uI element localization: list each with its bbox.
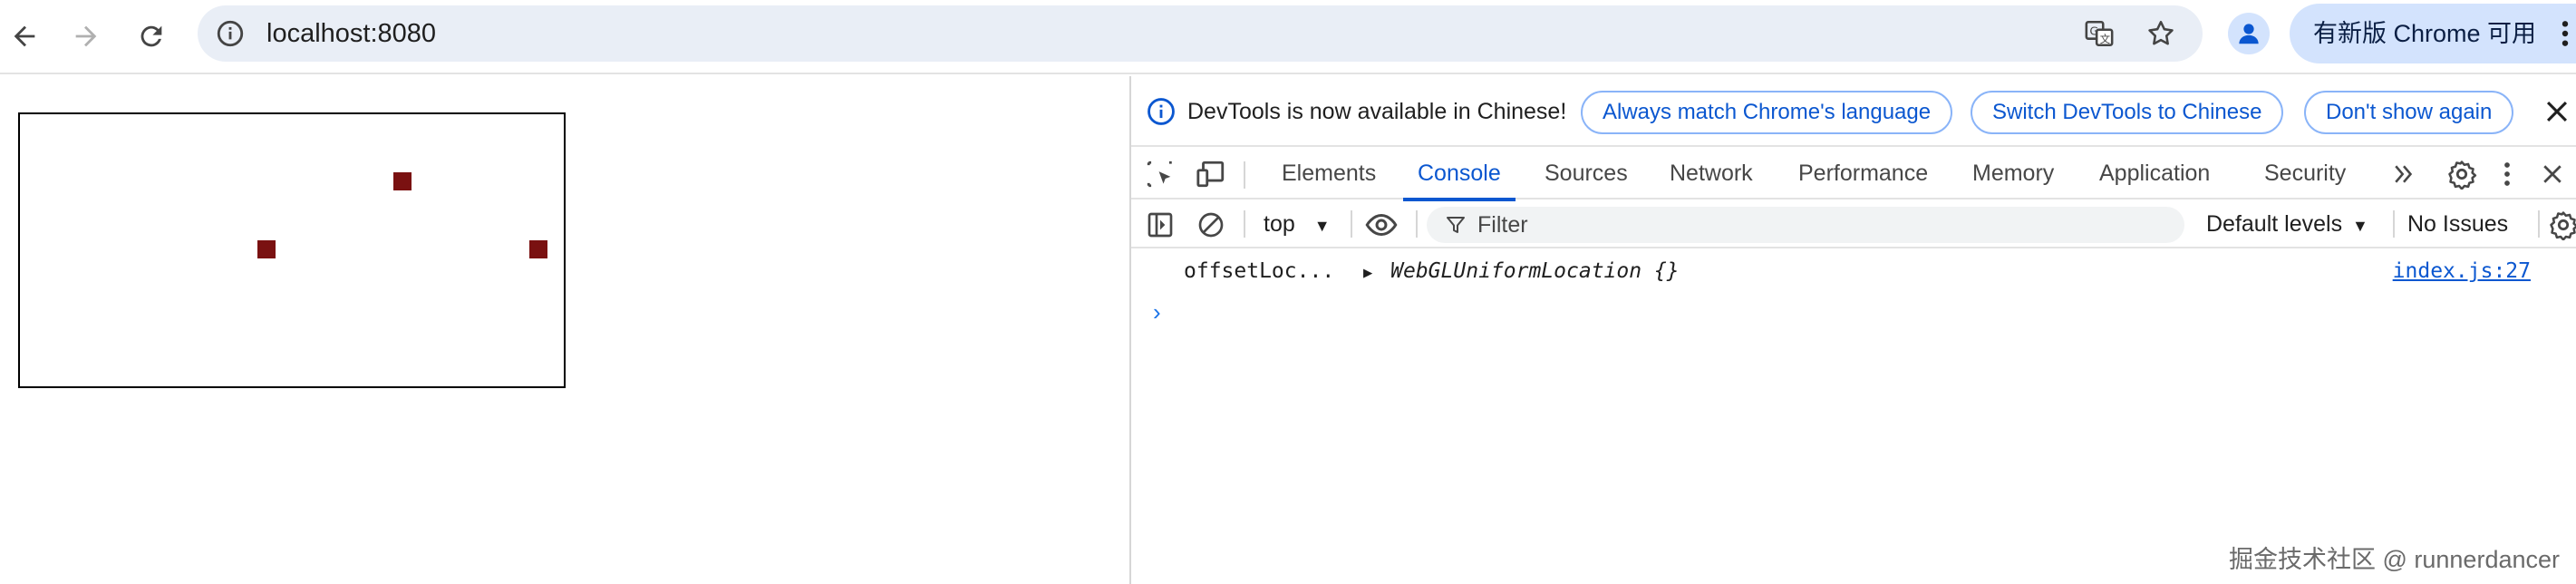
devtools-language-infobar: DevTools is now available in Chinese! Al… xyxy=(1131,76,2576,147)
address-bar[interactable]: localhost:8080 G文 xyxy=(198,5,2203,62)
console-prompt[interactable]: › xyxy=(1153,292,1161,332)
close-devtools-icon[interactable] xyxy=(2536,158,2569,190)
settings-gear-icon[interactable] xyxy=(2445,158,2478,190)
infobar-message: DevTools is now available in Chinese! xyxy=(1187,99,1567,124)
translate-icon[interactable]: G文 xyxy=(2081,15,2117,52)
tab-memory[interactable]: Memory xyxy=(1972,149,2054,200)
expand-triangle-icon[interactable]: ▶ xyxy=(1363,264,1372,282)
context-selector[interactable]: top ▼ xyxy=(1264,201,1331,248)
url-text[interactable]: localhost:8080 xyxy=(266,5,436,62)
kebab-menu-icon[interactable] xyxy=(2560,19,2571,48)
console-filter-field[interactable] xyxy=(1427,207,2184,243)
point-3 xyxy=(529,240,547,258)
infobar-close-icon[interactable] xyxy=(2542,96,2572,127)
log-levels-label: Default levels xyxy=(2206,211,2343,237)
profile-avatar-icon[interactable] xyxy=(2228,13,2270,54)
page-viewport xyxy=(0,76,1129,584)
more-tabs-chevron-icon[interactable] xyxy=(2387,158,2420,190)
context-selector-label: top xyxy=(1264,211,1295,237)
switch-to-chinese-button[interactable]: Switch DevTools to Chinese xyxy=(1971,91,2284,134)
forward-button[interactable] xyxy=(62,12,111,61)
console-output: offsetLoc... ▶ WebGLUniformLocation {} i… xyxy=(1131,250,2576,584)
reload-icon xyxy=(140,25,162,47)
tab-application[interactable]: Application xyxy=(2099,149,2210,200)
devtools-panel: DevTools is now available in Chinese! Al… xyxy=(1129,76,2576,584)
chrome-update-label: 有新版 Chrome 可用 xyxy=(2313,20,2537,47)
log-label: offsetLoc... xyxy=(1184,259,1335,283)
chrome-update-button[interactable]: 有新版 Chrome 可用 xyxy=(2290,4,2576,63)
console-settings-gear-icon[interactable] xyxy=(2547,209,2576,241)
log-object-preview[interactable]: WebGLUniformLocation {} xyxy=(1390,259,1680,283)
devtools-menu-icon[interactable] xyxy=(2491,158,2523,190)
filter-funnel-icon xyxy=(1447,217,1465,233)
log-levels-dropdown[interactable]: Default levels ▼ xyxy=(2206,201,2368,248)
point-2 xyxy=(257,240,276,258)
tab-performance[interactable]: Performance xyxy=(1798,149,1928,200)
tab-network[interactable]: Network xyxy=(1670,149,1753,200)
console-message: offsetLoc... ▶ WebGLUniformLocation {} i… xyxy=(1131,250,2576,292)
issues-counter[interactable]: No Issues xyxy=(2407,201,2508,247)
webgl-canvas[interactable] xyxy=(18,112,566,388)
device-toolbar-icon[interactable] xyxy=(1195,158,1227,190)
forward-icon xyxy=(75,25,97,47)
back-icon xyxy=(14,25,35,47)
inspect-element-icon[interactable] xyxy=(1144,158,1177,190)
clear-console-icon[interactable] xyxy=(1195,209,1227,241)
browser-toolbar: localhost:8080 G文 有新版 Chrome 可用 xyxy=(0,0,2576,74)
always-match-language-button[interactable]: Always match Chrome's language xyxy=(1581,91,1953,134)
devtools-tabbar: Elements Console Sources Network Perform… xyxy=(1131,149,2576,201)
info-icon xyxy=(1148,98,1175,125)
reload-button[interactable] xyxy=(127,12,176,61)
console-filter-input[interactable] xyxy=(1477,207,2148,243)
console-filterbar: top ▼ Default levels ▼ No Issues xyxy=(1131,201,2576,248)
back-button[interactable] xyxy=(0,12,49,61)
dont-show-again-button[interactable]: Don't show again xyxy=(2304,91,2514,134)
point-1 xyxy=(393,172,412,190)
watermark-text: 掘金技术社区 @ runnerdancer xyxy=(2228,546,2560,573)
context-dropdown-icon: ▼ xyxy=(1313,217,1331,235)
tab-console[interactable]: Console xyxy=(1403,149,1516,201)
console-message-text: offsetLoc... ▶ WebGLUniformLocation {} xyxy=(1184,250,1680,294)
tab-security[interactable]: Security xyxy=(2264,149,2346,200)
log-source-link[interactable]: index.js:27 xyxy=(2393,250,2531,292)
show-sidebar-icon[interactable] xyxy=(1144,209,1177,241)
site-info-icon[interactable] xyxy=(212,15,248,52)
svg-text:文: 文 xyxy=(2100,33,2110,45)
tab-elements[interactable]: Elements xyxy=(1282,149,1376,200)
log-levels-dropdown-icon: ▼ xyxy=(2352,217,2368,235)
bookmark-star-icon[interactable] xyxy=(2143,15,2179,52)
tab-sources[interactable]: Sources xyxy=(1545,149,1628,200)
live-expression-eye-icon[interactable] xyxy=(1365,209,1398,241)
